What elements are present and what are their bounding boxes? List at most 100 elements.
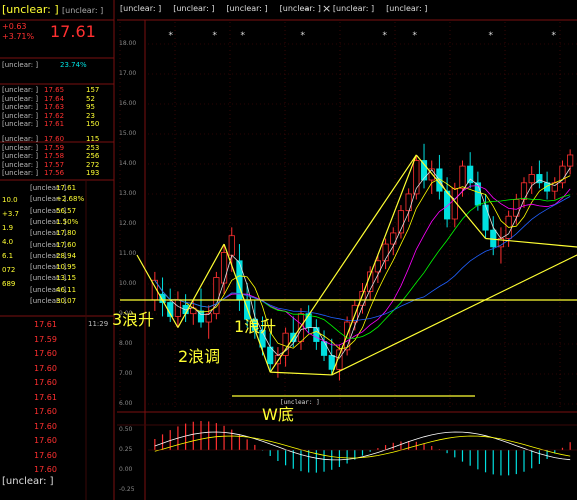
minimize-icon[interactable]: – <box>304 2 310 15</box>
candle-body <box>520 182 528 200</box>
left-column-value: 4.0 <box>2 238 14 246</box>
candle-body <box>567 154 574 167</box>
sell-level-price: 17.61 <box>44 120 65 128</box>
buy-level-label: [unclear: ] <box>2 143 39 152</box>
quote-field-value: 56.57 <box>56 206 77 215</box>
y-axis-label: 10.00 <box>119 280 137 287</box>
toolbar-item[interactable]: [unclear: ] <box>120 4 161 13</box>
y-axis-label: 14.00 <box>119 160 137 167</box>
signal-star: * <box>551 31 556 41</box>
toolbar-item[interactable]: [unclear: ] <box>280 4 321 13</box>
macd-axis-label: -0.25 <box>119 486 135 493</box>
y-axis-label: 13.00 <box>119 190 137 197</box>
macd-axis-label: 0.25 <box>119 446 133 453</box>
signal-star: * <box>382 31 387 41</box>
signal-star: * <box>412 31 417 41</box>
y-axis-label: 6.00 <box>119 400 133 407</box>
toolbar-item[interactable]: [unclear: ] <box>173 4 214 13</box>
tick-price: 17.60 <box>34 378 57 387</box>
y-axis-label: 17.00 <box>119 70 137 77</box>
buy-level-volume: 115 <box>86 135 100 143</box>
change-value: +0.63 <box>2 22 27 31</box>
left-column-value: 072 <box>2 266 16 274</box>
quote-field-value: 28.94 <box>56 251 77 260</box>
toolbar-item[interactable]: [unclear: ] <box>386 4 427 13</box>
wave-annotation: 2浪调 <box>178 347 220 366</box>
candle-body <box>174 299 182 317</box>
y-axis-label: 11.00 <box>119 250 137 257</box>
candle-body <box>444 190 451 220</box>
ratio-value: 23.74% <box>60 61 87 69</box>
candle-body <box>320 341 328 356</box>
y-axis-label: 9.00 <box>119 310 133 317</box>
sell-level-volume: 95 <box>86 103 95 111</box>
sell-level-volume: 23 <box>86 111 95 120</box>
buy-level-price: 17.56 <box>44 169 65 177</box>
sell-level-price: 17.64 <box>44 94 65 103</box>
sell-level-price: 17.63 <box>44 103 65 111</box>
buy-level-price: 17.57 <box>44 160 65 169</box>
sell-level-volume: 157 <box>86 86 100 94</box>
candle-body <box>482 204 489 231</box>
buy-level-price: 17.59 <box>44 143 65 152</box>
quote-field-value: 17.61 <box>56 184 77 192</box>
quote-field-value: 46.11 <box>56 285 77 294</box>
tick-price: 17.60 <box>34 450 57 460</box>
tick-price: 17.60 <box>34 421 57 431</box>
left-column-value: +3.7 <box>2 210 19 218</box>
sell-level-label: [unclear: ] <box>2 111 39 120</box>
watermark-text: [unclear: ] <box>2 476 54 487</box>
tick-price: 17.60 <box>34 363 57 373</box>
sell-level-label: [unclear: ] <box>2 86 39 94</box>
buy-level-volume: 272 <box>86 160 100 169</box>
sell-level-label: [unclear: ] <box>2 120 39 128</box>
sell-level-price: 17.62 <box>44 111 65 120</box>
y-axis-label: 15.00 <box>119 130 137 137</box>
quote-field-value: +2.68% <box>56 195 85 204</box>
signal-star: * <box>240 31 245 41</box>
quote-field-value: 17.60 <box>56 240 77 249</box>
quote-field-value: 17.80 <box>56 229 77 238</box>
y-axis-label: 18.00 <box>119 40 137 47</box>
close-icon[interactable]: × <box>322 2 331 15</box>
sell-level-price: 17.65 <box>44 86 65 94</box>
buy-level-price: 17.60 <box>44 135 65 143</box>
buy-level-label: [unclear: ] <box>2 169 39 177</box>
buy-level-label: [unclear: ] <box>2 135 39 143</box>
signal-star: * <box>168 31 173 41</box>
toolbar-item[interactable]: [unclear: ] <box>226 4 267 13</box>
signal-star: * <box>300 31 305 41</box>
buy-level-volume: 256 <box>86 152 100 160</box>
quote-field-value: 13.15 <box>56 274 77 283</box>
trading-screen: 3浪升2浪调1浪升W底[unclear: ] * * * * * * * * <box>0 0 577 500</box>
tick-time: 11:29 <box>88 320 109 328</box>
tick-price: 17.60 <box>34 349 57 358</box>
tick-price: 17.60 <box>34 407 57 416</box>
sell-level-label: [unclear: ] <box>2 103 39 111</box>
y-axis-label: 12.00 <box>119 220 137 227</box>
left-column-value: 1.9 <box>2 224 14 232</box>
tick-price: 17.60 <box>34 436 57 445</box>
candle-body <box>405 193 412 212</box>
tick-price: 17.59 <box>34 334 57 344</box>
toolbar-item[interactable]: [unclear: ] <box>333 4 374 13</box>
left-column-value: 6.1 <box>2 252 14 260</box>
y-axis-label: 7.00 <box>119 370 133 377</box>
sell-level-volume: 52 <box>86 94 95 103</box>
tick-price: 17.61 <box>34 320 57 329</box>
stock-title: [unclear: ] <box>2 3 59 16</box>
left-column-value: 689 <box>2 280 16 288</box>
candle-body <box>528 174 535 184</box>
chart-toolbar: [unclear: ] [unclear: ] [unclear: ] [unclea… <box>120 4 427 13</box>
signal-star: * <box>212 31 217 41</box>
wave-annotation: W底 <box>262 405 294 424</box>
candle-body <box>220 252 228 284</box>
wave-annotation: 1浪升 <box>234 317 276 336</box>
quote-field-value: 1.50% <box>56 217 79 226</box>
macd-axis-label: 0.50 <box>119 426 133 433</box>
tick-price: 17.61 <box>34 392 57 402</box>
stock-code: [unclear: ] <box>62 6 104 15</box>
quote-field-value: 10.95 <box>56 263 77 272</box>
buy-level-volume: 253 <box>86 143 100 152</box>
low-price-label: [unclear: ] <box>280 399 320 406</box>
